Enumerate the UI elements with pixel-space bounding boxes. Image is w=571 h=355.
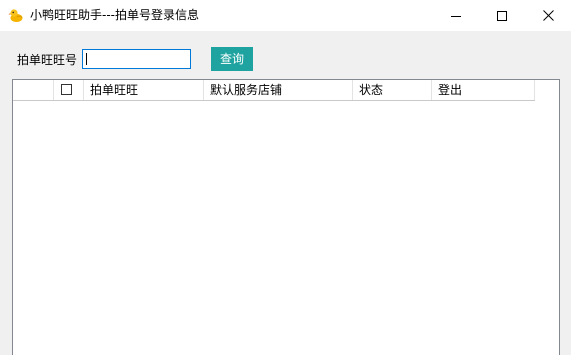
grid-header: 拍单旺旺 默认服务店铺 状态 登出: [13, 80, 535, 101]
maximize-icon: [497, 10, 507, 21]
window-title: 小鸭旺旺助手---拍单号登录信息: [30, 8, 199, 22]
login-info-grid[interactable]: 拍单旺旺 默认服务店铺 状态 登出: [12, 79, 560, 355]
wangwang-id-label: 拍单旺旺号: [17, 53, 78, 67]
select-all-cell[interactable]: [54, 80, 84, 100]
wangwang-id-field[interactable]: [82, 49, 191, 69]
column-header-status[interactable]: 状态: [353, 80, 432, 100]
query-button[interactable]: 查询: [211, 47, 253, 71]
select-all-checkbox[interactable]: [61, 84, 72, 95]
column-header-logout[interactable]: 登出: [432, 80, 535, 100]
title-bar[interactable]: 小鸭旺旺助手---拍单号登录信息: [0, 0, 571, 31]
app-window: 小鸭旺旺助手---拍单号登录信息 拍单旺旺号 查询 拍单旺旺 默认服务店铺 状态…: [0, 0, 571, 355]
column-header-wangwang[interactable]: 拍单旺旺: [84, 80, 204, 100]
minimize-icon: [451, 11, 461, 21]
duck-app-icon: [8, 7, 24, 23]
text-caret: [86, 53, 87, 65]
minimize-button[interactable]: [433, 0, 479, 31]
row-header-cell: [13, 80, 54, 100]
wangwang-id-input[interactable]: [83, 50, 190, 68]
close-button[interactable]: [525, 0, 571, 31]
column-header-default-shop[interactable]: 默认服务店铺: [204, 80, 353, 100]
close-icon: [542, 10, 554, 21]
maximize-button[interactable]: [479, 0, 525, 31]
